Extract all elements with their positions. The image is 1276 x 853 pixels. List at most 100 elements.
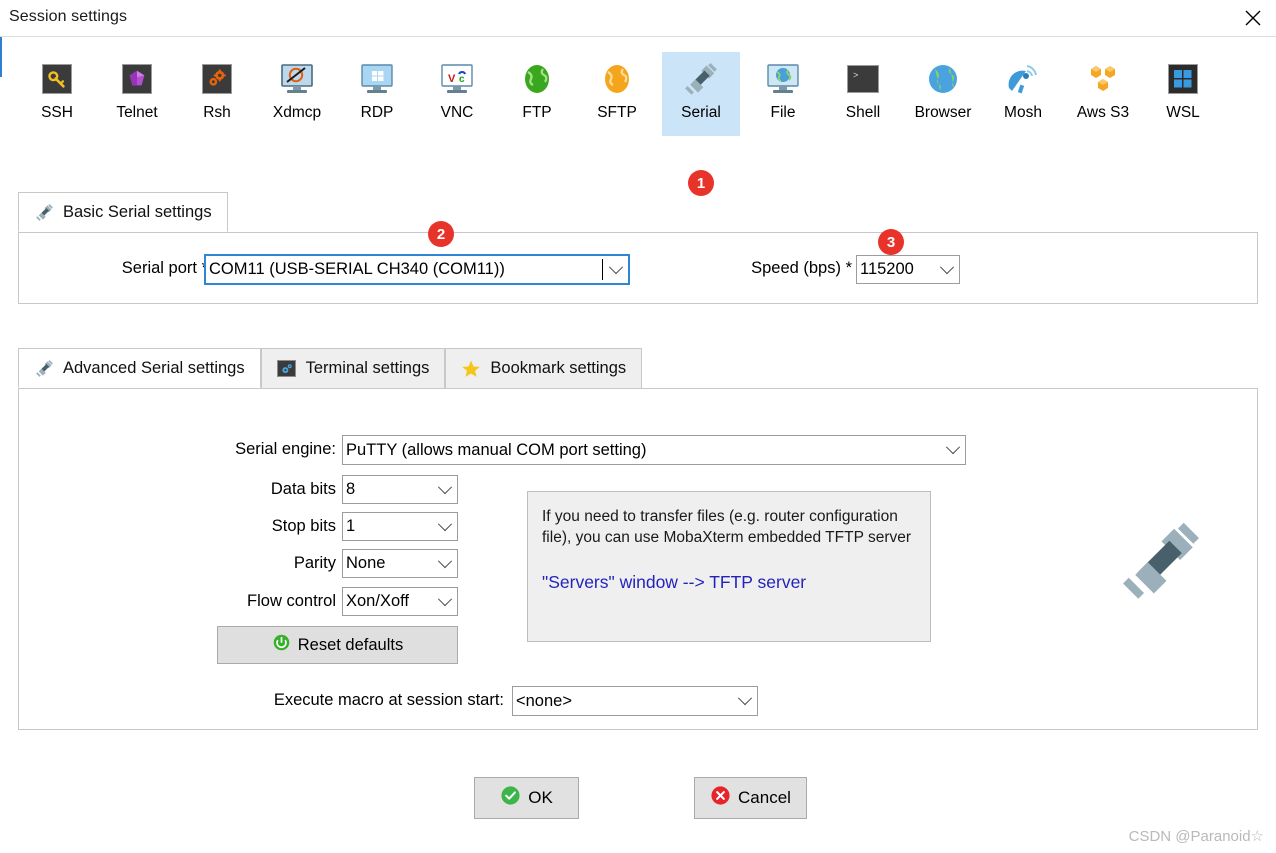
session-type-wsl[interactable]: WSL xyxy=(1144,52,1222,136)
monitor-vnc-icon: V c xyxy=(437,59,477,99)
step-badge-1: 1 xyxy=(688,170,714,196)
tab-label: Bookmark settings xyxy=(490,359,627,377)
session-type-mosh[interactable]: Mosh xyxy=(984,52,1062,136)
execute-macro-label: Execute macro at session start: xyxy=(273,691,504,709)
svg-text:>: > xyxy=(853,71,858,81)
data-bits-combo[interactable]: 8 xyxy=(342,475,458,504)
tftp-info-box: If you need to transfer files (e.g. rout… xyxy=(527,491,931,642)
serial-engine-value: PuTTY (allows manual COM port setting) xyxy=(346,440,647,459)
star-icon xyxy=(460,359,482,379)
data-bits-label: Data bits xyxy=(270,480,336,498)
step-badge-2: 2 xyxy=(428,221,454,247)
basic-serial-tabstrip: Basic Serial settings xyxy=(18,192,228,232)
globe-blue-icon xyxy=(923,59,963,99)
session-type-label: Telnet xyxy=(116,104,158,121)
session-type-ftp[interactable]: FTP xyxy=(498,52,576,136)
session-type-label: FTP xyxy=(522,104,552,121)
parity-value: None xyxy=(346,554,386,572)
session-type-label: RDP xyxy=(360,104,394,121)
tab-basic-serial-settings[interactable]: Basic Serial settings xyxy=(18,192,228,232)
session-type-aws-s3[interactable]: Aws S3 xyxy=(1064,52,1142,136)
session-type-file[interactable]: File xyxy=(744,52,822,136)
stop-bits-value: 1 xyxy=(346,517,356,535)
watermark: CSDN @Paranoid☆ xyxy=(1128,828,1264,845)
plug-icon xyxy=(33,202,55,222)
title-bar: Session settings xyxy=(0,0,1276,37)
speed-combo[interactable]: 115200 xyxy=(856,255,960,284)
parity-label: Parity xyxy=(293,554,336,572)
svg-text:V: V xyxy=(448,73,456,85)
monitor-x-icon xyxy=(277,59,317,99)
session-type-ssh[interactable]: SSH xyxy=(18,52,96,136)
check-circle-icon xyxy=(500,785,521,811)
tab-terminal-settings[interactable]: Terminal settings xyxy=(260,348,446,388)
gears-icon xyxy=(197,59,237,99)
session-type-label: Serial xyxy=(681,104,721,121)
close-button[interactable] xyxy=(1230,0,1276,36)
satellite-dish-icon xyxy=(1003,59,1043,99)
serial-port-combo[interactable]: COM11 (USB-SERIAL CH340 (COM11)) xyxy=(204,254,630,285)
tftp-info-link[interactable]: "Servers" window --> TFTP server xyxy=(542,572,914,593)
session-type-toolbar: SSH Telnet Rsh Xdmcp RDP V c VNC FTP SFT… xyxy=(0,44,1276,196)
session-type-label: SFTP xyxy=(597,104,637,121)
cancel-label: Cancel xyxy=(738,788,791,807)
session-type-vnc[interactable]: V c VNC xyxy=(418,52,496,136)
stop-bits-combo[interactable]: 1 xyxy=(342,512,458,541)
session-type-telnet[interactable]: Telnet xyxy=(98,52,176,136)
tab-label: Advanced Serial settings xyxy=(63,358,245,377)
chevron-down-icon[interactable] xyxy=(935,259,959,275)
aws-cubes-icon xyxy=(1083,59,1123,99)
speed-label: Speed (bps) * xyxy=(751,259,852,277)
session-type-sftp[interactable]: SFTP xyxy=(578,52,656,136)
session-type-rsh[interactable]: Rsh xyxy=(178,52,256,136)
serial-port-label: Serial port * xyxy=(121,259,208,277)
tab-label: Terminal settings xyxy=(305,359,430,377)
chevron-down-icon[interactable] xyxy=(433,591,457,607)
stop-bits-label: Stop bits xyxy=(271,517,336,535)
session-type-serial[interactable]: Serial xyxy=(662,52,740,136)
flow-control-value: Xon/Xoff xyxy=(346,592,409,610)
serial-port-value: COM11 (USB-SERIAL CH340 (COM11)) xyxy=(209,260,505,278)
step-badge-3: 3 xyxy=(878,229,904,255)
terminal-icon: > xyxy=(843,59,883,99)
chevron-down-icon[interactable] xyxy=(733,691,757,706)
svg-text:c: c xyxy=(459,74,465,85)
chevron-down-icon[interactable] xyxy=(941,440,965,455)
session-type-label: Shell xyxy=(845,104,881,121)
speed-value: 115200 xyxy=(860,260,914,278)
plug-icon xyxy=(681,59,721,99)
gears-blue-icon xyxy=(276,359,298,379)
tab-advanced-serial-settings[interactable]: Advanced Serial settings xyxy=(18,348,261,388)
session-type-xdmcp[interactable]: Xdmcp xyxy=(258,52,336,136)
windows-icon xyxy=(1163,59,1203,99)
ok-button[interactable]: OK xyxy=(474,777,579,819)
tab-bookmark-settings[interactable]: Bookmark settings xyxy=(445,348,643,388)
reset-defaults-label: Reset defaults xyxy=(297,635,404,654)
chevron-down-icon[interactable] xyxy=(433,553,457,569)
session-type-label: Aws S3 xyxy=(1076,104,1130,121)
close-icon xyxy=(1245,10,1261,26)
globe-green-icon xyxy=(517,59,557,99)
execute-macro-value: <none> xyxy=(516,691,572,710)
session-type-label: Mosh xyxy=(1004,104,1042,121)
reset-defaults-button[interactable]: Reset defaults xyxy=(217,626,458,664)
session-type-rdp[interactable]: RDP xyxy=(338,52,416,136)
chevron-down-icon[interactable] xyxy=(433,516,457,532)
session-type-shell[interactable]: > Shell xyxy=(824,52,902,136)
serial-engine-combo[interactable]: PuTTY (allows manual COM port setting) xyxy=(342,435,966,465)
session-type-label: Rsh xyxy=(203,104,231,121)
session-type-label: SSH xyxy=(41,104,73,121)
x-circle-icon xyxy=(710,785,731,811)
chevron-down-icon[interactable] xyxy=(433,479,457,495)
session-type-label: Xdmcp xyxy=(272,104,322,121)
flow-control-combo[interactable]: Xon/Xoff xyxy=(342,587,458,616)
parity-combo[interactable]: None xyxy=(342,549,458,578)
cancel-button[interactable]: Cancel xyxy=(694,777,807,819)
chevron-down-icon[interactable] xyxy=(604,259,628,275)
session-type-label: File xyxy=(770,104,796,121)
execute-macro-combo[interactable]: <none> xyxy=(512,686,758,716)
tab-label: Basic Serial settings xyxy=(63,202,212,221)
monitor-globe-icon xyxy=(763,59,803,99)
session-type-browser[interactable]: Browser xyxy=(904,52,982,136)
tftp-info-text: If you need to transfer files (e.g. rout… xyxy=(542,508,912,546)
